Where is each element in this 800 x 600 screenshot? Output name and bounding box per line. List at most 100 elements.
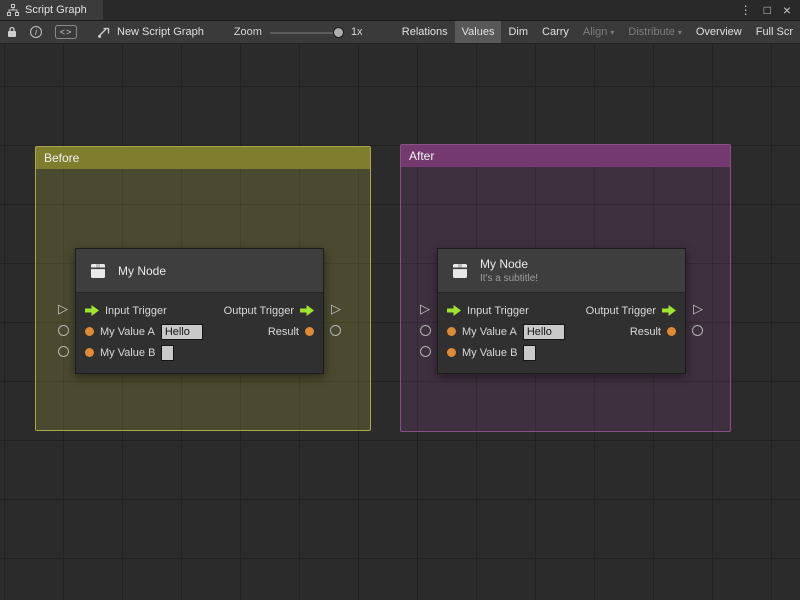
button-label: Distribute [628, 26, 674, 38]
value-port-icon [447, 327, 456, 336]
port-my-value-b[interactable]: My Value B [85, 345, 174, 361]
menu-icon[interactable]: ⋮ [740, 4, 752, 16]
node-my-node-before[interactable]: ▷ ▷ My Node [75, 248, 324, 374]
node-title: My Node [480, 257, 538, 271]
port-row: Input Trigger Output Trigger [76, 300, 323, 321]
flow-port-icon [300, 305, 314, 316]
flow-port-icon [447, 305, 461, 316]
toolbar-button-fullscreen[interactable]: Full Scr [749, 21, 800, 44]
value-a-field[interactable] [161, 324, 203, 340]
port-output-trigger[interactable]: Output Trigger [224, 305, 314, 317]
toolbar-button-values[interactable]: Values [455, 21, 502, 44]
ext-flow-port-icon[interactable]: ▷ [331, 303, 341, 316]
port-input-trigger[interactable]: Input Trigger [447, 305, 529, 317]
ext-value-port[interactable] [58, 346, 69, 357]
zoom-slider[interactable] [270, 21, 344, 44]
value-b-field[interactable] [523, 345, 536, 361]
port-label: Result [630, 326, 661, 338]
chevron-down-icon: ▾ [610, 28, 614, 37]
port-my-value-a[interactable]: My Value A [85, 324, 203, 340]
close-icon[interactable]: × [783, 3, 791, 17]
group-before-header[interactable]: Before [36, 147, 370, 169]
ext-flow-port-icon[interactable]: ▷ [693, 303, 703, 316]
toolbar-button-align[interactable]: Align ▾ [576, 21, 621, 44]
edit-graph-button[interactable]: <> [48, 21, 84, 44]
toolbar-button-relations[interactable]: Relations [395, 21, 455, 44]
button-label: Values [462, 26, 495, 38]
ext-flow-port-icon[interactable]: ▷ [58, 303, 68, 316]
value-b-field[interactable] [161, 345, 174, 361]
port-label: Output Trigger [224, 305, 294, 317]
zoom-value: 1x [351, 26, 363, 38]
ext-value-port[interactable] [420, 346, 431, 357]
node-my-node-after[interactable]: ▷ ▷ My Node It's a subtitle! [437, 248, 686, 374]
toolbar-button-group: Relations Values Dim Carry Align ▾ Distr… [395, 21, 800, 44]
port-row: Input Trigger Output Trigger [438, 300, 685, 321]
node-box[interactable]: My Node It's a subtitle! Input Trigger [437, 248, 686, 374]
node-header[interactable]: My Node [76, 249, 323, 293]
zoom-slider-knob[interactable] [333, 27, 344, 38]
code-icon: <> [55, 25, 77, 39]
port-result[interactable]: Result [268, 326, 314, 338]
port-label: My Value B [100, 347, 155, 359]
port-my-value-a[interactable]: My Value A [447, 324, 565, 340]
ext-value-port[interactable] [692, 325, 703, 336]
value-port-icon [85, 348, 94, 357]
button-label: Carry [542, 26, 569, 38]
ext-flow-port-icon[interactable]: ▷ [420, 303, 430, 316]
port-my-value-b[interactable]: My Value B [447, 345, 536, 361]
node-icon [450, 261, 470, 281]
port-row: My Value B [438, 342, 685, 363]
title-bar: Script Graph ⋮ □ × [0, 0, 800, 21]
graph-breadcrumb[interactable]: New Script Graph [98, 26, 204, 38]
ext-value-port[interactable] [420, 325, 431, 336]
graph-toolbar: i <> New Script Graph Zoom 1x Relations … [0, 21, 800, 44]
tab-script-graph[interactable]: Script Graph [0, 0, 103, 20]
toolbar-button-dim[interactable]: Dim [501, 21, 535, 44]
lock-icon [7, 26, 17, 38]
group-title: After [409, 149, 434, 163]
button-label: Overview [696, 26, 742, 38]
button-label: Relations [402, 26, 448, 38]
value-a-field[interactable] [523, 324, 565, 340]
toolbar-button-carry[interactable]: Carry [535, 21, 576, 44]
button-label: Full Scr [756, 26, 793, 38]
port-label: Input Trigger [105, 305, 167, 317]
button-label: Dim [508, 26, 528, 38]
value-port-icon [447, 348, 456, 357]
port-row: My Value B [76, 342, 323, 363]
port-result[interactable]: Result [630, 326, 676, 338]
value-port-icon [667, 327, 676, 336]
script-graph-window: Script Graph ⋮ □ × i <> New Sc [0, 0, 800, 600]
ext-value-port[interactable] [58, 325, 69, 336]
value-port-icon [305, 327, 314, 336]
node-subtitle: It's a subtitle! [480, 273, 538, 284]
script-graph-tab-icon [7, 4, 19, 16]
ext-value-port[interactable] [330, 325, 341, 336]
graph-canvas[interactable]: Before After ▷ ▷ [0, 44, 800, 600]
zoom-label: Zoom [234, 26, 262, 38]
node-body: Input Trigger Output Trigger My Valu [438, 293, 685, 373]
node-title: My Node [118, 264, 166, 278]
group-title: Before [44, 151, 79, 165]
port-output-trigger[interactable]: Output Trigger [586, 305, 676, 317]
tab-title: Script Graph [25, 4, 87, 16]
port-label: My Value A [462, 326, 517, 338]
info-button[interactable]: i [24, 21, 48, 44]
port-input-trigger[interactable]: Input Trigger [85, 305, 167, 317]
toolbar-button-distribute[interactable]: Distribute ▾ [621, 21, 688, 44]
info-icon: i [30, 26, 42, 38]
lock-button[interactable] [0, 21, 24, 44]
button-label: Align [583, 26, 607, 38]
node-header[interactable]: My Node It's a subtitle! [438, 249, 685, 293]
port-label: My Value B [462, 347, 517, 359]
toolbar-button-overview[interactable]: Overview [689, 21, 749, 44]
node-icon [88, 261, 108, 281]
port-label: Output Trigger [586, 305, 656, 317]
node-box[interactable]: My Node Input Trigger Output Trigger [75, 248, 324, 374]
graph-name-label: New Script Graph [117, 26, 204, 38]
maximize-icon[interactable]: □ [764, 4, 771, 16]
flow-port-icon [85, 305, 99, 316]
port-label: Input Trigger [467, 305, 529, 317]
group-after-header[interactable]: After [401, 145, 730, 167]
